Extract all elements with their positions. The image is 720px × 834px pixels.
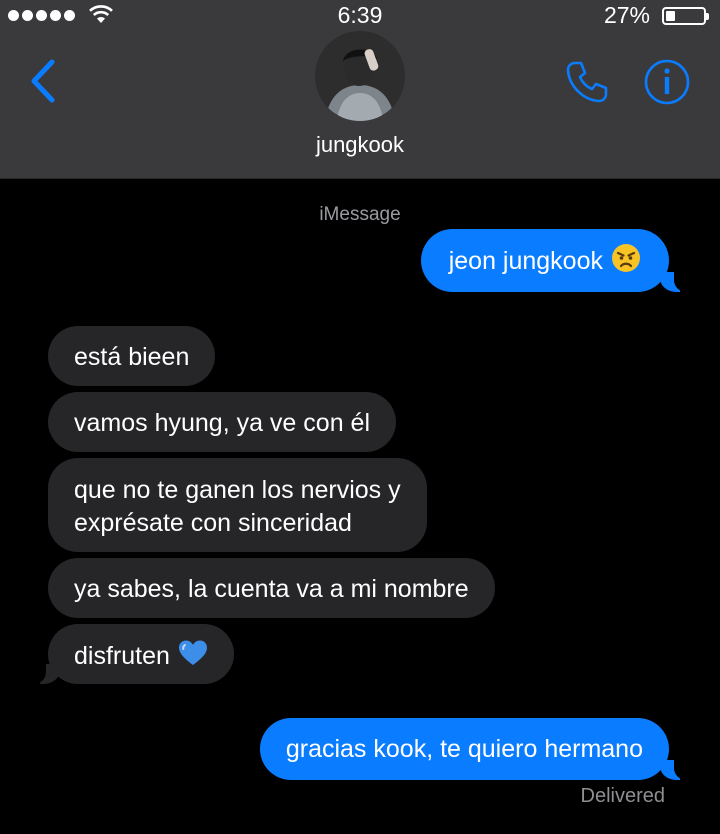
contact-avatar[interactable] bbox=[315, 31, 405, 121]
incoming-message[interactable]: que no te ganen los nervios y exprésate … bbox=[48, 458, 427, 552]
phone-icon[interactable] bbox=[563, 58, 611, 106]
outgoing-message[interactable]: jeon jungkook bbox=[420, 229, 669, 292]
info-icon[interactable] bbox=[643, 58, 691, 106]
chevron-left-icon[interactable] bbox=[24, 56, 64, 106]
incoming-message[interactable]: ya sabes, la cuenta va a mi nombre bbox=[48, 558, 495, 618]
incoming-message[interactable]: vamos hyung, ya ve con él bbox=[48, 392, 396, 452]
message-text-line: exprésate con sinceridad bbox=[74, 509, 352, 537]
message-text: ya sabes, la cuenta va a mi nombre bbox=[74, 575, 469, 603]
message-text: vamos hyung, ya ve con él bbox=[74, 409, 370, 437]
battery-percentage: 27% bbox=[603, 2, 650, 28]
blue-heart-icon bbox=[178, 639, 208, 676]
message-text: gracias kook, te quiero hermano bbox=[285, 735, 643, 763]
incoming-message[interactable]: disfruten bbox=[48, 624, 234, 684]
message-text: jeon jungkook bbox=[448, 247, 603, 276]
bubble-tail bbox=[660, 758, 694, 780]
angry-face-icon bbox=[611, 243, 641, 282]
delivery-status: Delivered bbox=[580, 785, 665, 807]
bubble-tail bbox=[26, 662, 60, 684]
message-text: disfruten bbox=[74, 642, 170, 671]
outgoing-message[interactable]: gracias kook, te quiero hermano bbox=[259, 718, 669, 780]
status-bar: 6:39 27% bbox=[0, 0, 720, 30]
message-text-line: que no te ganen los nervios y bbox=[74, 476, 401, 504]
bubble-tail bbox=[660, 270, 694, 292]
contact-name[interactable]: jungkook bbox=[0, 132, 720, 158]
battery-icon bbox=[662, 7, 709, 25]
conversation-header: 6:39 27% jungkook bbox=[0, 0, 720, 179]
incoming-message[interactable]: está bieen bbox=[48, 326, 216, 386]
message-text: está bieen bbox=[74, 343, 190, 371]
service-label: iMessage bbox=[319, 204, 401, 225]
avatar-photo bbox=[315, 31, 405, 121]
